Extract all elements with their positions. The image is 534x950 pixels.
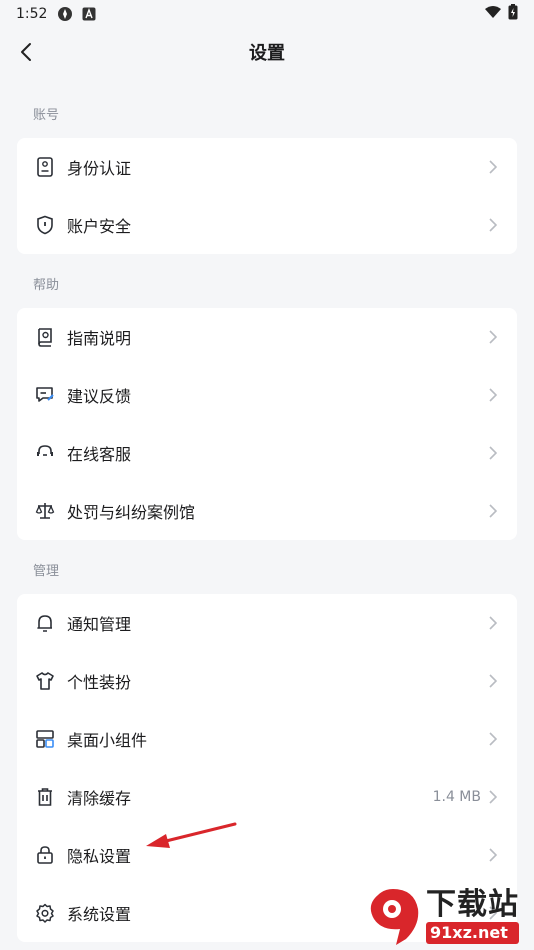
app-header: 设置 [0,28,534,76]
settings-item-widgets[interactable]: 桌面小组件 [17,710,517,768]
settings-item-identity[interactable]: 身份认证 [17,138,517,196]
headset-icon [35,443,55,463]
id-card-icon [35,157,55,177]
chevron-right-icon [487,615,499,631]
settings-item-label: 在线客服 [67,445,132,464]
settings-item-label: 清除缓存 [67,789,132,808]
bell-icon [35,613,55,633]
gear-icon [35,903,55,923]
settings-item-privacy[interactable]: 隐私设置 [17,826,517,884]
status-bar: 1:52 [0,0,534,28]
status-font-icon [81,6,97,22]
status-time: 1:52 [16,6,48,22]
section-label-manage: 管理 [33,564,60,579]
settings-item-label: 身份认证 [67,159,132,178]
watermark-title: 下载站 [426,887,519,922]
chevron-right-icon [487,503,499,519]
watermark-url: 91xz.net [426,922,519,944]
lock-icon [35,845,55,865]
back-button[interactable] [12,38,40,66]
watermark-logo-icon [370,889,419,945]
wifi-icon [484,5,502,23]
settings-item-customer-service[interactable]: 在线客服 [17,424,517,482]
settings-item-clear-cache[interactable]: 清除缓存 1.4 MB [17,768,517,826]
cache-size-value: 1.4 MB [432,789,481,805]
trash-icon [35,787,55,807]
chevron-right-icon [487,329,499,345]
feedback-icon [35,385,55,405]
settings-item-label: 账户安全 [67,217,132,236]
page-title: 设置 [249,43,285,64]
settings-item-label: 指南说明 [67,329,132,348]
settings-item-feedback[interactable]: 建议反馈 [17,366,517,424]
chevron-right-icon [487,387,499,403]
status-app-icon [57,6,73,22]
section-label-help: 帮助 [33,278,60,293]
settings-item-label: 建议反馈 [67,387,132,406]
settings-item-label: 处罚与纠纷案例馆 [67,503,196,522]
chevron-right-icon [487,673,499,689]
settings-item-label: 桌面小组件 [67,731,148,750]
shield-icon [35,215,55,235]
settings-item-label: 通知管理 [67,615,132,634]
chevron-right-icon [487,847,499,863]
section-label-account: 账号 [33,108,60,123]
help-card: 指南说明 建议反馈 在线客服 处罚与纠纷案例馆 [17,308,517,540]
scale-icon [35,501,55,521]
settings-item-notifications[interactable]: 通知管理 [17,594,517,652]
battery-icon [508,4,518,24]
chevron-right-icon [487,159,499,175]
chevron-right-icon [487,217,499,233]
guide-book-icon [35,327,55,347]
settings-item-label: 隐私设置 [67,847,132,866]
widget-icon [35,729,55,749]
watermark: 下载站 91xz.net [362,884,532,948]
settings-item-guide[interactable]: 指南说明 [17,308,517,366]
chevron-right-icon [487,445,499,461]
settings-item-label: 个性装扮 [67,673,132,692]
shirt-icon [35,671,55,691]
chevron-left-icon [21,43,31,61]
chevron-right-icon [487,789,499,805]
chevron-right-icon [487,731,499,747]
settings-item-personalize[interactable]: 个性装扮 [17,652,517,710]
annotation-arrow-icon [146,822,237,848]
settings-item-account-security[interactable]: 账户安全 [17,196,517,254]
account-card: 身份认证 账户安全 [17,138,517,254]
settings-item-penalty-cases[interactable]: 处罚与纠纷案例馆 [17,482,517,540]
